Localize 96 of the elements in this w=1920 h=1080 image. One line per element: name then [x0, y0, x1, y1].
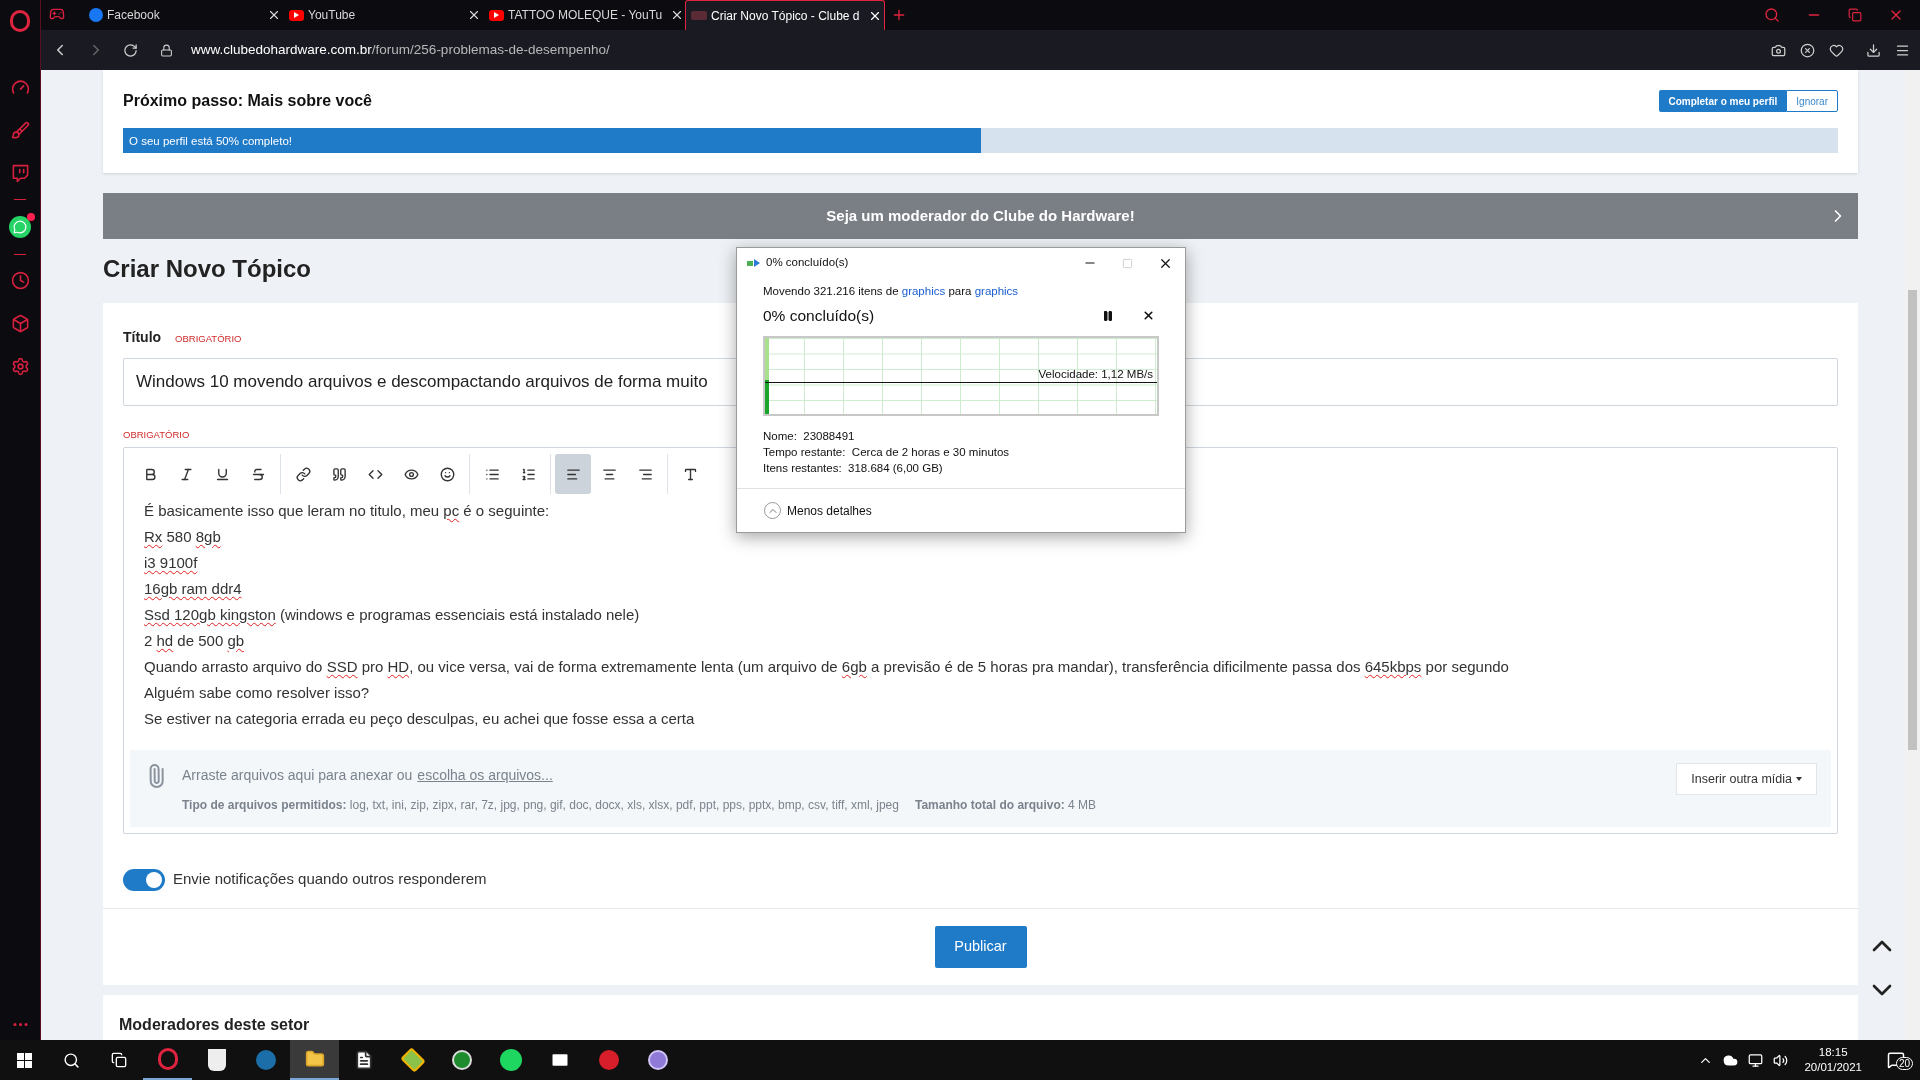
pause-icon[interactable] — [1102, 309, 1114, 322]
detail-line: Itens restantes: 318.684 (6,00 GB) — [763, 460, 944, 476]
notify-toggle[interactable] — [123, 868, 165, 891]
play-icon — [489, 9, 504, 21]
link-icon — [295, 466, 311, 482]
tab-title: TATTOO MOLEQUE - YouTu — [508, 7, 663, 24]
browser-tab[interactable]: TATTOO MOLEQUE - YouTu — [485, 0, 685, 30]
publish-button[interactable]: Publicar — [934, 925, 1027, 968]
dialog-title: 0% concluído(s) — [766, 255, 849, 271]
profile-title: Próximo passo: Mais sobre você — [123, 91, 372, 111]
underline-icon — [214, 466, 230, 482]
section-title: Moderadores deste setor — [119, 1015, 310, 1033]
brush-icon[interactable] — [10, 121, 30, 140]
twitch-icon[interactable] — [10, 164, 30, 183]
copy-icon — [747, 259, 760, 267]
bullet-list-icon — [484, 466, 500, 482]
cube-icon[interactable] — [10, 314, 30, 333]
heart-icon[interactable] — [1829, 42, 1844, 58]
text-color-icon — [682, 466, 698, 482]
choose-files-link[interactable]: escolha os arquivos... — [417, 765, 553, 787]
tab-title: Criar Novo Tópico - Clube d — [711, 7, 860, 25]
play-icon — [289, 9, 304, 21]
lock-icon — [160, 43, 173, 57]
body-line: Se estiver na categoria errada eu peço desculpas, eu achei que fosse essa a certa — [144, 709, 695, 730]
tab-title: YouTube — [308, 7, 356, 24]
align-center-icon — [601, 466, 617, 482]
align-right-icon — [637, 466, 653, 482]
block-icon[interactable] — [1800, 42, 1815, 58]
restore-icon[interactable] — [1848, 8, 1862, 22]
cancel-icon[interactable] — [1142, 309, 1155, 323]
body-line: 2 hd de 500 gb — [144, 631, 245, 652]
notification-count: 20 — [1896, 1057, 1914, 1070]
site-icon — [691, 11, 707, 20]
maximize-icon — [1122, 257, 1133, 269]
align-left-icon — [565, 466, 581, 482]
ignore-button[interactable]: Ignorar — [1786, 90, 1838, 112]
source-link[interactable]: graphics — [901, 285, 946, 297]
less-details-link[interactable]: Menos detalhes — [787, 501, 872, 520]
eye-icon — [403, 466, 419, 482]
notify-label: Envie notificações quando outros responderem — [173, 869, 487, 890]
body-line: Quando arrasto arquivo do SSD pro HD, ou vice versa, vai de forma extremamente lenta (um arquivo de 6gb a previsão é de 5 horas pra mandar), transferência dificilmente passa dos 645kbps por segundo — [144, 657, 1509, 678]
gamepad-icon[interactable] — [49, 6, 65, 22]
field-label: Título — [123, 328, 162, 347]
folder-icon[interactable] — [290, 1040, 339, 1080]
close-icon[interactable] — [467, 8, 481, 22]
progress-label: O seu perfil está 50% completo! — [129, 134, 292, 149]
required-label: OBRIGATÓRIO — [123, 428, 190, 442]
clock-time[interactable]: 18:15 — [1818, 1045, 1848, 1060]
detail-line: Nome: 23088491 — [763, 428, 856, 444]
speed-dial-icon[interactable] — [10, 78, 30, 97]
search-icon[interactable] — [63, 1051, 80, 1069]
body-line: i3 9100f — [144, 553, 198, 574]
attach-hint: Arraste arquivos aqui para anexar ou — [182, 766, 413, 786]
quote-icon — [331, 466, 347, 482]
address-field[interactable]: www.clubedohardware.com.br/forum/256-problemas-de-desempenho/ — [191, 39, 610, 61]
moving-text: Movendo 321.216 itens de graphics para graphics — [763, 284, 1020, 299]
italic-icon — [178, 466, 194, 482]
facebook-icon — [89, 8, 103, 22]
cloud-icon[interactable] — [1723, 1052, 1739, 1068]
volume-icon[interactable] — [1773, 1052, 1789, 1068]
destination-link[interactable]: graphics — [974, 285, 1019, 297]
strikethrough-icon — [250, 466, 266, 482]
browser-logo-icon[interactable] — [10, 10, 30, 32]
scrollbar[interactable] — [1905, 70, 1920, 1040]
detail-line: Tempo restante: Cerca de 2 horas e 30 minutos — [763, 444, 1011, 460]
browser-tab[interactable]: YouTube — [285, 0, 485, 30]
browser-tab[interactable]: Facebook — [85, 0, 285, 30]
browser-tab[interactable]: Criar Novo Tópico - Clube d — [685, 0, 885, 30]
history-icon[interactable] — [10, 271, 30, 290]
page-heading: Criar Novo Tópico — [103, 254, 312, 284]
network-icon[interactable] — [1748, 1052, 1764, 1068]
close-icon[interactable] — [267, 8, 281, 22]
body-line: 16gb ram ddr4 — [144, 579, 242, 600]
reload-icon[interactable] — [123, 42, 138, 58]
smiley-icon — [439, 466, 455, 482]
clock-date[interactable]: 20/01/2021 — [1804, 1060, 1862, 1075]
numbered-list-icon — [520, 466, 536, 482]
camera-icon[interactable] — [1771, 42, 1786, 58]
tab-title: Facebook — [107, 7, 160, 24]
menu-icon[interactable] — [1895, 42, 1910, 58]
body-line: Ssd 120gb kingston (windows e programas essenciais está instalado nele) — [144, 605, 640, 626]
progress-status: 0% concluído(s) — [763, 306, 875, 327]
insert-media-button[interactable]: Inserir outra mídia — [1676, 763, 1817, 796]
total-size: Tamanho total do arquivo: 4 MB — [914, 797, 1097, 815]
body-line: Alguém sabe como resolver isso? — [144, 683, 370, 704]
speed-label: Velocidade: 1,12 MB/s — [1038, 366, 1153, 382]
new-tab-icon[interactable] — [891, 7, 907, 23]
moderator-banner[interactable]: Seja um moderador do Clube do Hardware! — [103, 193, 1858, 239]
task-view-icon[interactable] — [111, 1052, 127, 1068]
body-line: Rx 580 8gb — [144, 527, 221, 548]
settings-icon[interactable] — [10, 357, 30, 376]
body-line: É basicamente isso que leram no titulo, meu pc é o seguinte: — [144, 501, 550, 522]
complete-profile-button[interactable]: Completar o meu perfil — [1659, 90, 1787, 112]
download-icon[interactable] — [1866, 42, 1881, 58]
allowed-types: Tipo de arquivos permitidos: log, txt, ini, zip, zipx, rar, 7z, jpg, png, gif, doc, docx, xls, xlsx, pdf, ppt, pps, pptx, bmp, csv, tiff, xml, jpeg — [182, 797, 899, 815]
required-label: OBRIGATÓRIO — [175, 332, 242, 346]
